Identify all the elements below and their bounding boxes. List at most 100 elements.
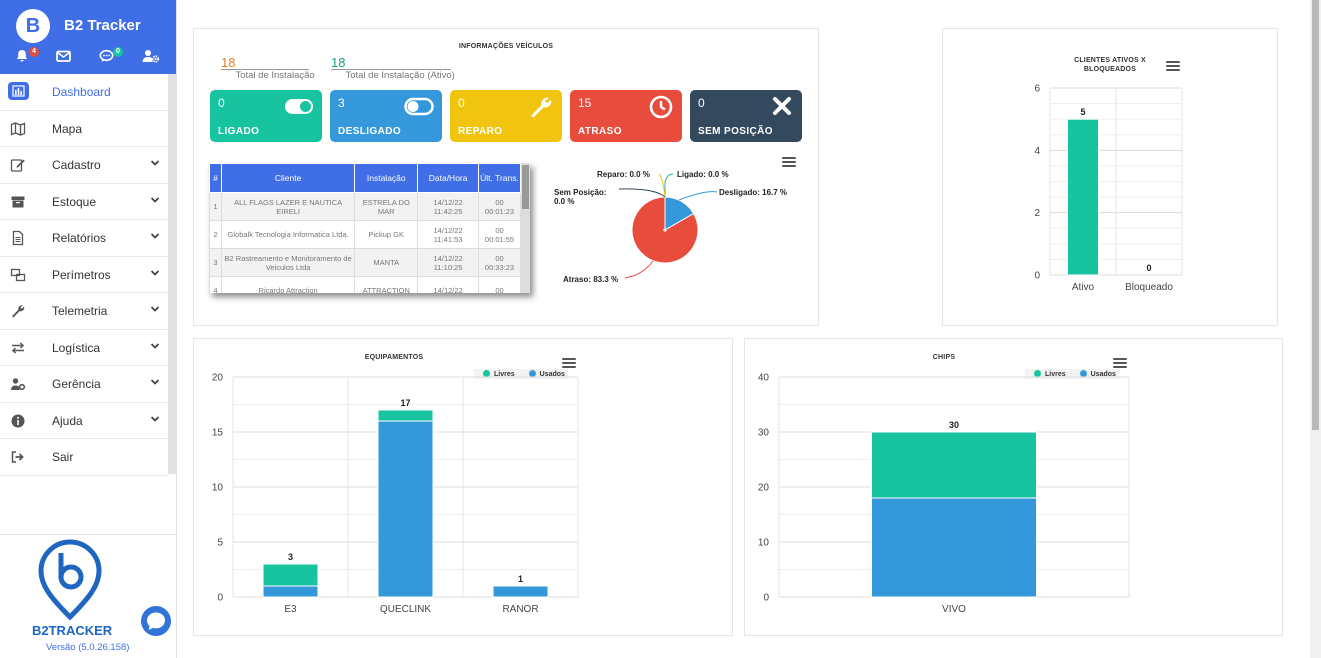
table-cell: MANTA [354,248,419,277]
total-install-value: 18 [221,55,236,70]
column-header[interactable]: Data/Hora [417,163,480,193]
chips-panel-title: CHIPS [932,354,956,361]
chat-button[interactable]: 0 [99,47,125,67]
y-tick-label: 5 [217,538,223,549]
column-header[interactable]: # [209,163,222,193]
x-tick-label: Bloqueado [1125,282,1173,293]
card-label: REPARO [458,126,503,137]
sidebar: B B2 Tracker 4 0 Dashboard Mapa Cadastro [0,0,177,658]
pie-center [663,228,667,232]
table-cell: 3 [209,248,222,277]
messages-button[interactable] [56,49,82,67]
table-cell: 00 00:01:55 [478,220,521,249]
x-tick-label: Ativo [1072,282,1095,293]
chevron-down-icon [150,379,160,385]
vehicles-panel-title: INFORMAÇÕES VEÍCULOS [458,43,554,50]
chat-widget-icon[interactable] [139,604,173,638]
sidebar-item-label: Dashboard [52,85,111,99]
table-cell: 14/12/22 11:41:53 [417,220,480,249]
chat-bubble-icon [99,49,114,62]
table-cell: B2 Rastreamento e Monitoramento de Veicu… [220,248,356,277]
card-label: DESLIGADO [338,126,402,137]
user-settings-button[interactable] [142,49,168,67]
bar-usados-ranor[interactable] [492,585,549,598]
pie-label-reparo: Reparo: 0.0 % [597,170,650,179]
bar-livres-e3[interactable] [262,563,319,587]
status-card-sem-posicao[interactable]: 0 SEM POSIÇÃO [690,90,802,142]
sidebar-header: B B2 Tracker 4 0 [0,0,176,74]
sidebar-item-logistica[interactable]: Logística [0,330,168,366]
chevron-down-icon [150,160,160,166]
card-value: 3 [338,96,345,110]
y-tick-label: 30 [758,428,770,439]
notification-badge: 4 [29,47,39,57]
sidebar-item-label: Ajuda [52,413,83,428]
notifications-button[interactable]: 4 [15,47,41,67]
app-logo[interactable]: B [16,9,50,43]
table-row[interactable]: 2 Globalk Tecnologia Informatica Ltda. Pic… [209,220,521,249]
y-tick-label: 15 [212,428,224,439]
sidebar-item-cadastro[interactable]: Cadastro [0,147,168,184]
column-header[interactable]: Cliente [220,163,356,193]
sidebar-item-relatorios[interactable]: Relatórios [0,220,168,257]
version-label: Versão (5.0.26.158) [46,642,130,653]
sidebar-item-label: Gerência [52,377,101,391]
sidebar-item-label: Cadastro [52,158,101,172]
sidebar-item-dashboard[interactable]: Dashboard [0,74,168,111]
table-cell: 00 [478,276,521,293]
card-label: ATRASO [578,126,622,137]
table-row[interactable]: 3 B2 Rastreamento e Monitoramento de Veic… [209,248,521,277]
y-tick-label: 0 [217,593,223,604]
column-header[interactable]: Instalação [354,163,419,193]
clock-icon [649,95,673,119]
sidebar-item-label: Perímetros [52,267,111,282]
user-gear-icon [142,50,160,63]
x-tick-label: E3 [284,604,297,615]
sidebar-item-gerencia[interactable]: Gerência [0,366,168,403]
table-row[interactable]: 1 ALL FLAGS LAZER E NAUTICA EIRELI ESTRELA… [209,192,521,221]
y-tick-label: 0 [1034,271,1040,282]
sidebar-item-estoque[interactable]: Estoque [0,184,168,220]
bar-livres-queclink[interactable] [377,409,434,422]
toggle-on-icon [285,99,313,114]
table-cell: ATTRACTION [354,276,419,293]
total-install-active-value: 18 [331,55,346,70]
bar-livres-vivo[interactable] [871,431,1037,499]
status-card-desligado[interactable]: 3 DESLIGADO [330,90,442,142]
x-tick-label: QUECLINK [380,604,431,615]
users-gear-icon [10,376,26,392]
chart-icon [8,82,29,100]
y-tick-label: 10 [212,483,224,494]
equipment-stacked-bar-chart: 0 5 10 15 20 3 E3 17 QUECLINK 1 RANOR [212,373,579,615]
chevron-down-icon [150,233,160,239]
table-cell: 14/12/22 [417,276,480,293]
sidebar-item-telemetria[interactable]: Telemetria [0,293,168,330]
table-row[interactable]: 4 Ricardo Attraction ATTRACTION 14/12/22 00 [209,276,521,293]
column-header[interactable]: Últ. Trans. [478,163,521,193]
chevron-down-icon [150,306,160,312]
bar-usados-e3[interactable] [262,585,319,598]
card-label: SEM POSIÇÃO [698,126,773,137]
bar-usados-queclink[interactable] [377,420,434,598]
sidebar-item-perimetros[interactable]: Perímetros [0,257,168,293]
table-cell: 00 00:33:23 [478,248,521,277]
bar-ativo[interactable] [1067,118,1099,276]
sidebar-item-sair[interactable]: Sair [0,439,168,476]
table-scrollbar[interactable] [521,163,530,293]
main-scrollbar[interactable] [1310,0,1321,658]
chips-stacked-bar-chart: 0 10 20 30 40 30 VIVO [758,373,1130,615]
map-icon [10,121,26,137]
status-card-reparo[interactable]: 0 REPARO [450,90,562,142]
sidebar-item-ajuda[interactable]: Ajuda [0,403,168,439]
total-install-label: Total de Instalação [235,70,315,81]
sidebar-item-mapa[interactable]: Mapa [0,111,168,147]
status-card-atraso[interactable]: 15 ATRASO [570,90,682,142]
status-card-ligado[interactable]: 0 LIGADO [210,90,322,142]
y-tick-label: 0 [763,593,769,604]
bar-usados-vivo[interactable] [871,497,1037,598]
sidebar-scrollbar[interactable] [168,74,177,474]
data-label: 30 [949,420,959,430]
perimeter-icon [10,267,26,283]
sidebar-item-label: Mapa [52,121,83,136]
total-install-stat: 18 Total de Instalação [221,55,315,81]
